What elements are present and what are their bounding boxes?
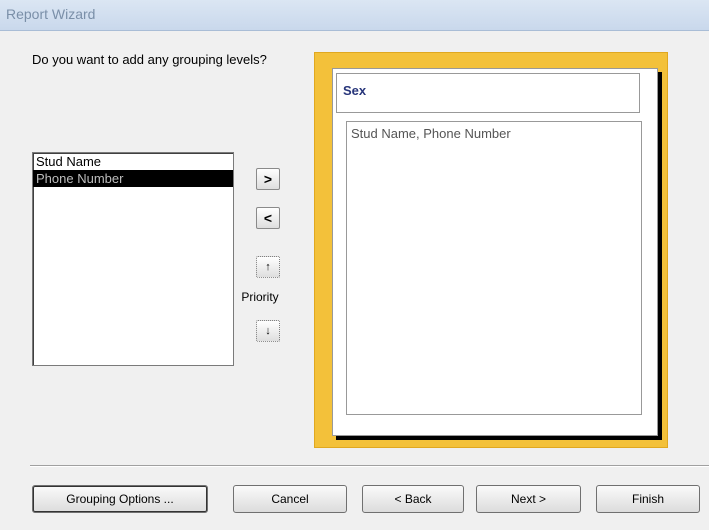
- arrow-up-icon: ↑: [265, 261, 271, 273]
- list-item-stud-name[interactable]: Stud Name: [33, 153, 233, 170]
- priority-down-button[interactable]: ↓: [256, 320, 280, 342]
- grouping-question: Do you want to add any grouping levels?: [32, 52, 267, 67]
- finish-button[interactable]: Finish: [596, 485, 700, 513]
- remove-grouping-button[interactable]: <: [256, 207, 280, 229]
- next-button[interactable]: Next >: [476, 485, 581, 513]
- priority-up-button[interactable]: ↑: [256, 256, 280, 278]
- available-fields-list[interactable]: Stud Name Phone Number: [32, 152, 234, 366]
- list-item-phone-number[interactable]: Phone Number: [33, 170, 233, 187]
- priority-label: Priority: [241, 290, 279, 304]
- cancel-button[interactable]: Cancel: [233, 485, 347, 513]
- detail-fields-label: Stud Name, Phone Number: [351, 126, 511, 141]
- footer-separator: [30, 465, 709, 467]
- group-header-label: Sex: [343, 83, 367, 98]
- window-title: Report Wizard: [6, 6, 96, 22]
- grouping-options-button[interactable]: Grouping Options ...: [32, 485, 208, 513]
- back-button[interactable]: < Back: [362, 485, 464, 513]
- arrow-down-icon: ↓: [265, 325, 271, 337]
- add-grouping-button[interactable]: >: [256, 168, 280, 190]
- preview-detail-box: Stud Name, Phone Number: [346, 121, 642, 415]
- preview-group-header: Sex: [336, 73, 640, 113]
- title-bar: Report Wizard: [0, 0, 709, 31]
